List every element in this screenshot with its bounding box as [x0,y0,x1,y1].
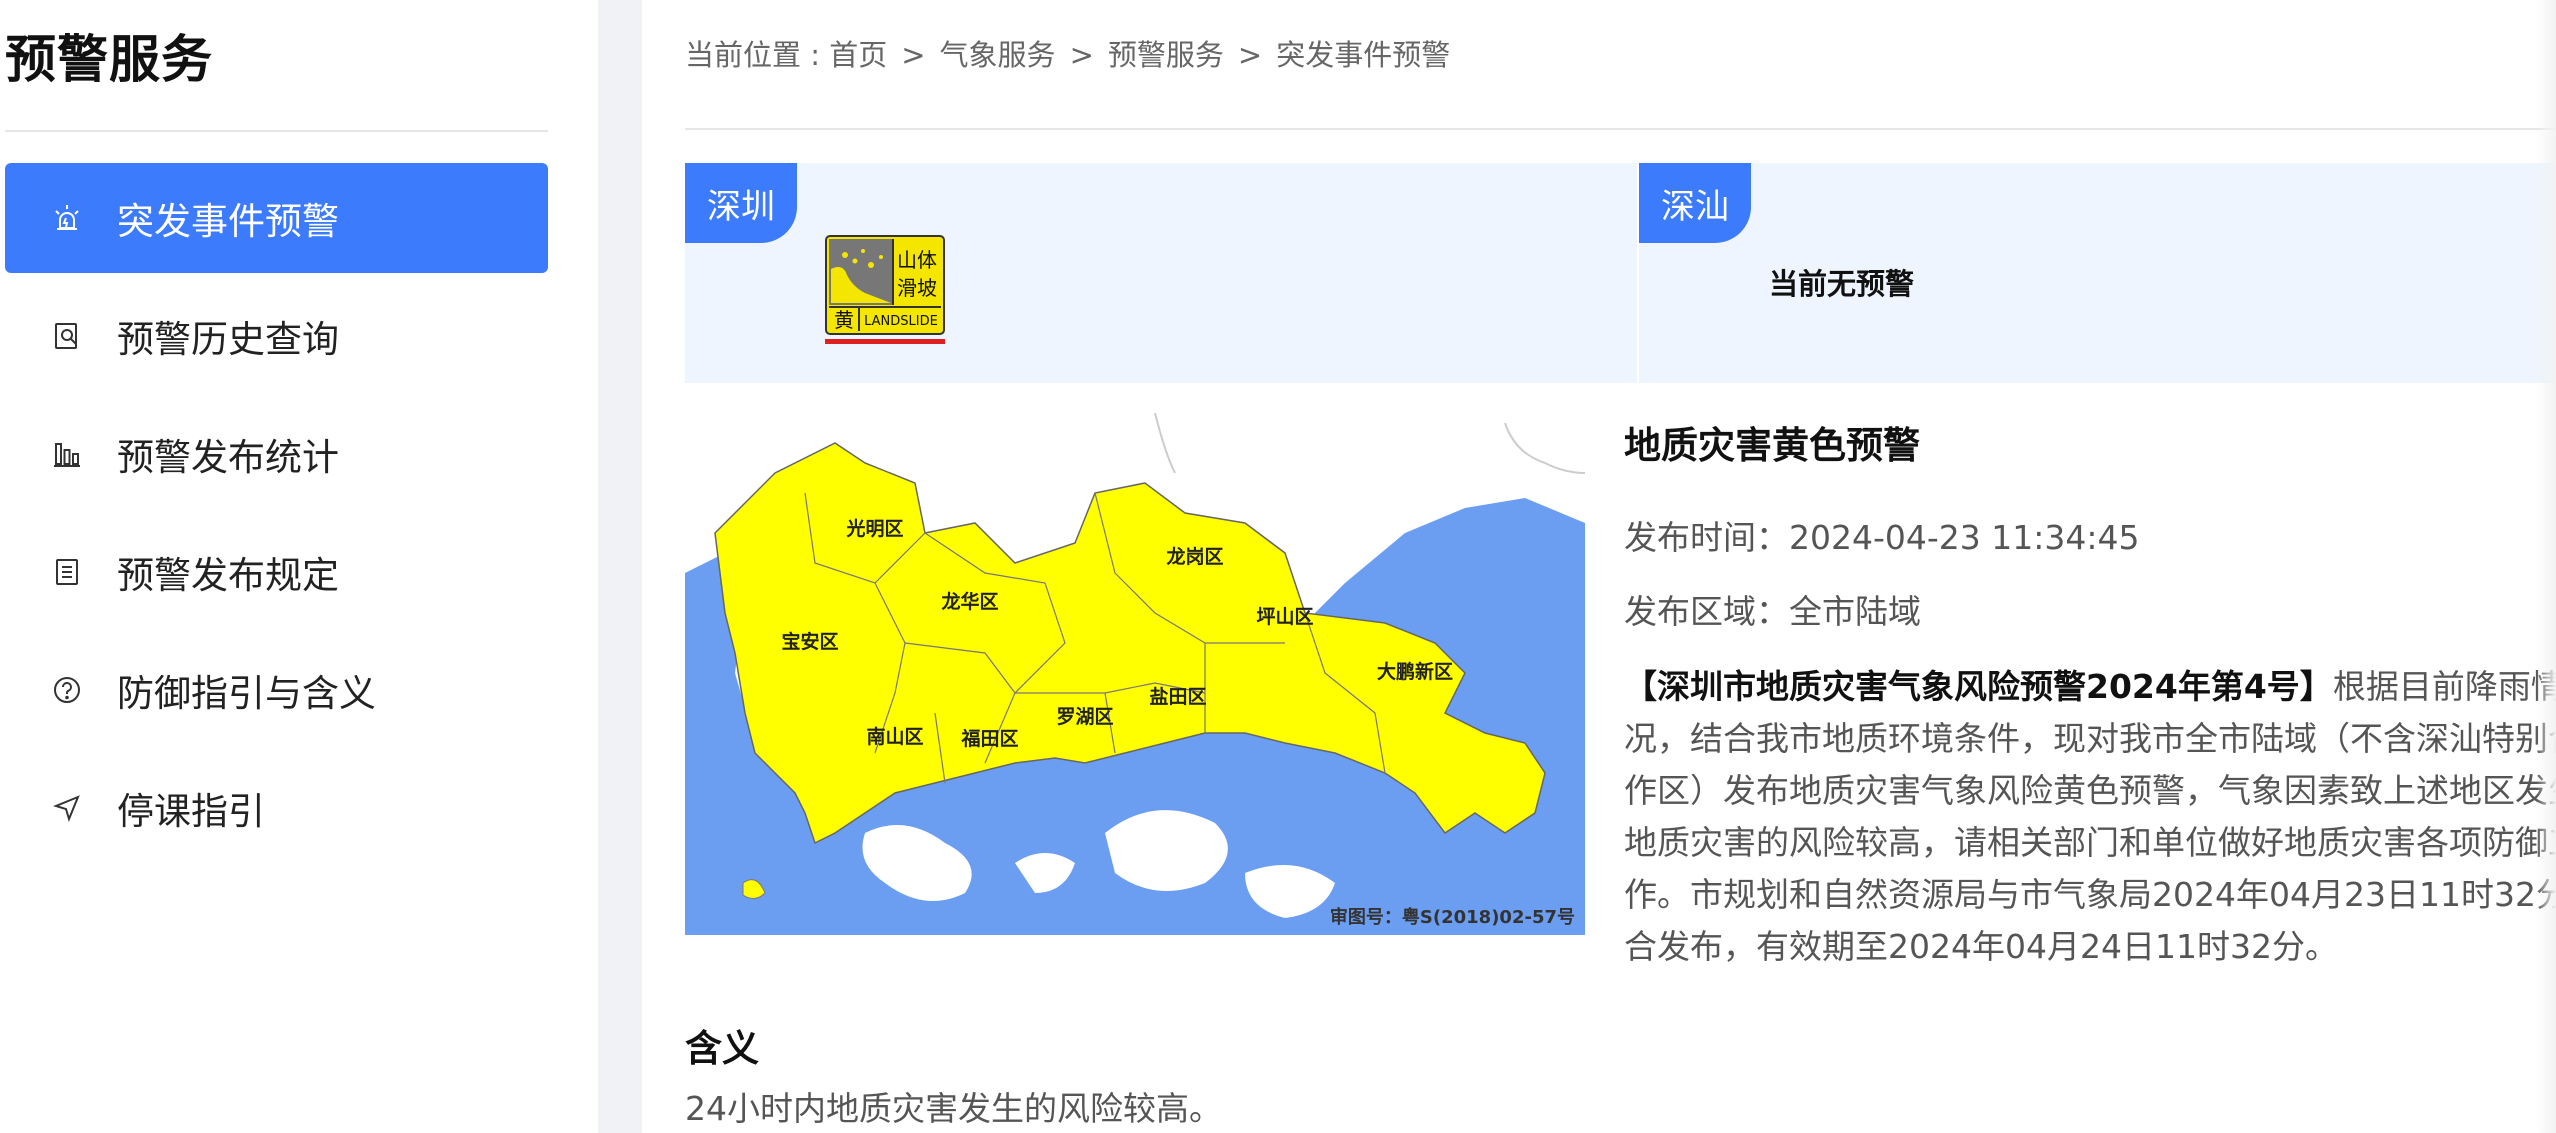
sidebar-item-guidance[interactable]: 防御指引与含义 [5,635,548,745]
alarm-light-icon [45,196,89,240]
list-document-icon [45,550,89,594]
publish-time-value: 2024-04-23 11:34:45 [1789,518,2140,557]
region-shenzhen: 深圳 山体 滑坡 黄 LANDSLIDE [685,163,1637,383]
main-content: 当前位置 : 首页 > 气象服务 > 预警服务 > 突发事件预警 深圳 山体 滑… [642,0,2556,1133]
publish-area-label: 发布区域： [1624,592,1789,631]
region-tab-shenshan[interactable]: 深汕 [1639,163,1751,243]
landslide-yellow-warning-icon[interactable]: 山体 滑坡 黄 LANDSLIDE [825,235,945,335]
sidebar-item-regulations[interactable]: 预警发布规定 [5,517,548,627]
publish-time-row: 发布时间：2024-04-23 11:34:45 [1624,511,2556,559]
badge-text-top: 山体 [897,248,937,272]
district-label-dapeng: 大鹏新区 [1377,660,1453,683]
sidebar-item-label: 预警历史查询 [117,318,339,361]
warning-body: 【深圳市地质灾害气象风险预警2024年第4号】根据目前降雨情况，结合我市地质环境… [1624,661,2556,973]
district-label-futian: 福田区 [960,727,1018,750]
sidebar-item-label: 停课指引 [117,790,265,833]
breadcrumb-warning-service-link[interactable]: 预警服务 [1108,38,1224,72]
warning-map[interactable]: 光明区 龙岗区 龙华区 坪山区 宝安区 大鹏新区 盐田区 罗湖区 南山区 福田区… [685,413,1585,935]
map-approval-number: 审图号：粤S(2018)02-57号 [1330,906,1575,928]
sidebar-item-class-suspension[interactable]: 停课指引 [5,753,548,863]
district-label-luohu: 罗湖区 [1056,706,1113,728]
main-divider [685,128,2556,130]
breadcrumb-separator: > [901,38,926,72]
document-search-icon [45,314,89,358]
right-edge-shadow [2536,0,2556,1133]
breadcrumb-separator: > [1069,38,1094,72]
badge-level: 黄 [834,308,854,332]
layout-gutter [598,0,642,1133]
badge-text-mid: 滑坡 [897,276,937,300]
region-shenshan: 深汕 当前无预警 [1639,163,2556,383]
warning-title: 地质灾害黄色预警 [1624,424,1920,467]
publish-time-label: 发布时间： [1624,518,1789,557]
sidebar-divider [5,130,548,132]
district-label-longhua: 龙华区 [941,590,998,613]
sidebar-item-label: 突发事件预警 [117,200,339,243]
breadcrumb-current[interactable]: 突发事件预警 [1276,38,1450,72]
sidebar-title: 预警服务 [5,31,214,90]
sidebar-item-label: 预警发布规定 [117,554,339,597]
district-label-nanshan: 南山区 [866,726,923,748]
bar-chart-icon [45,432,89,476]
shenzhen-map-svg: 光明区 龙岗区 龙华区 坪山区 宝安区 大鹏新区 盐田区 罗湖区 南山区 福田区… [685,413,1585,935]
district-label-guangming: 光明区 [845,517,903,540]
district-label-yantian: 盐田区 [1149,685,1206,708]
badge-en: LANDSLIDE [864,314,938,329]
district-label-baoan: 宝安区 [781,630,838,653]
region-warning-panel: 深圳 山体 滑坡 黄 LANDSLIDE 深汕 当前无预警 [685,163,2556,383]
warning-headline: 【深圳市地质灾害气象风险预警2024年第4号】 [1624,667,2333,706]
sidebar-item-statistics[interactable]: 预警发布统计 [5,399,548,509]
region-tab-shenzhen[interactable]: 深圳 [685,163,797,243]
district-label-longgang: 龙岗区 [1166,545,1223,568]
warning-body-text: 根据目前降雨情况，结合我市地质环境条件，现对我市全市陆域（不含深汕特别合作区）发… [1624,667,2556,966]
breadcrumb-prefix: 当前位置 : [685,38,830,72]
question-circle-icon [45,668,89,712]
navigation-arrow-icon [45,786,89,830]
breadcrumb-meteorology-link[interactable]: 气象服务 [940,38,1056,72]
active-warning-underline [825,339,945,344]
breadcrumb: 当前位置 : 首页 > 气象服务 > 预警服务 > 突发事件预警 [685,32,1450,74]
district-label-pingshan: 坪山区 [1256,606,1313,628]
meaning-title: 含义 [685,1027,759,1070]
sidebar-item-emergency-warning[interactable]: 突发事件预警 [5,163,548,273]
no-warning-text: 当前无预警 [1769,267,1915,301]
sidebar-menu: 突发事件预警 预警历史查询 预警发布统计 预警发布规定 防御指引与含义 停课指引 [5,163,548,871]
breadcrumb-home-link[interactable]: 首页 [829,38,887,72]
breadcrumb-separator: > [1237,38,1263,72]
sidebar-item-label: 防御指引与含义 [117,672,376,715]
publish-area-value: 全市陆域 [1789,592,1921,631]
sidebar-item-history[interactable]: 预警历史查询 [5,281,548,391]
meaning-text: 24小时内地质灾害发生的风险较高。 [685,1089,1222,1128]
publish-area-row: 发布区域：全市陆域 [1624,585,2556,633]
sidebar: 预警服务 突发事件预警 预警历史查询 预警发布统计 预警发布规定 防御指引与含义… [0,0,548,1133]
warning-detail: 地质灾害黄色预警 发布时间：2024-04-23 11:34:45 发布区域：全… [1624,413,2556,973]
sidebar-item-label: 预警发布统计 [117,436,339,479]
